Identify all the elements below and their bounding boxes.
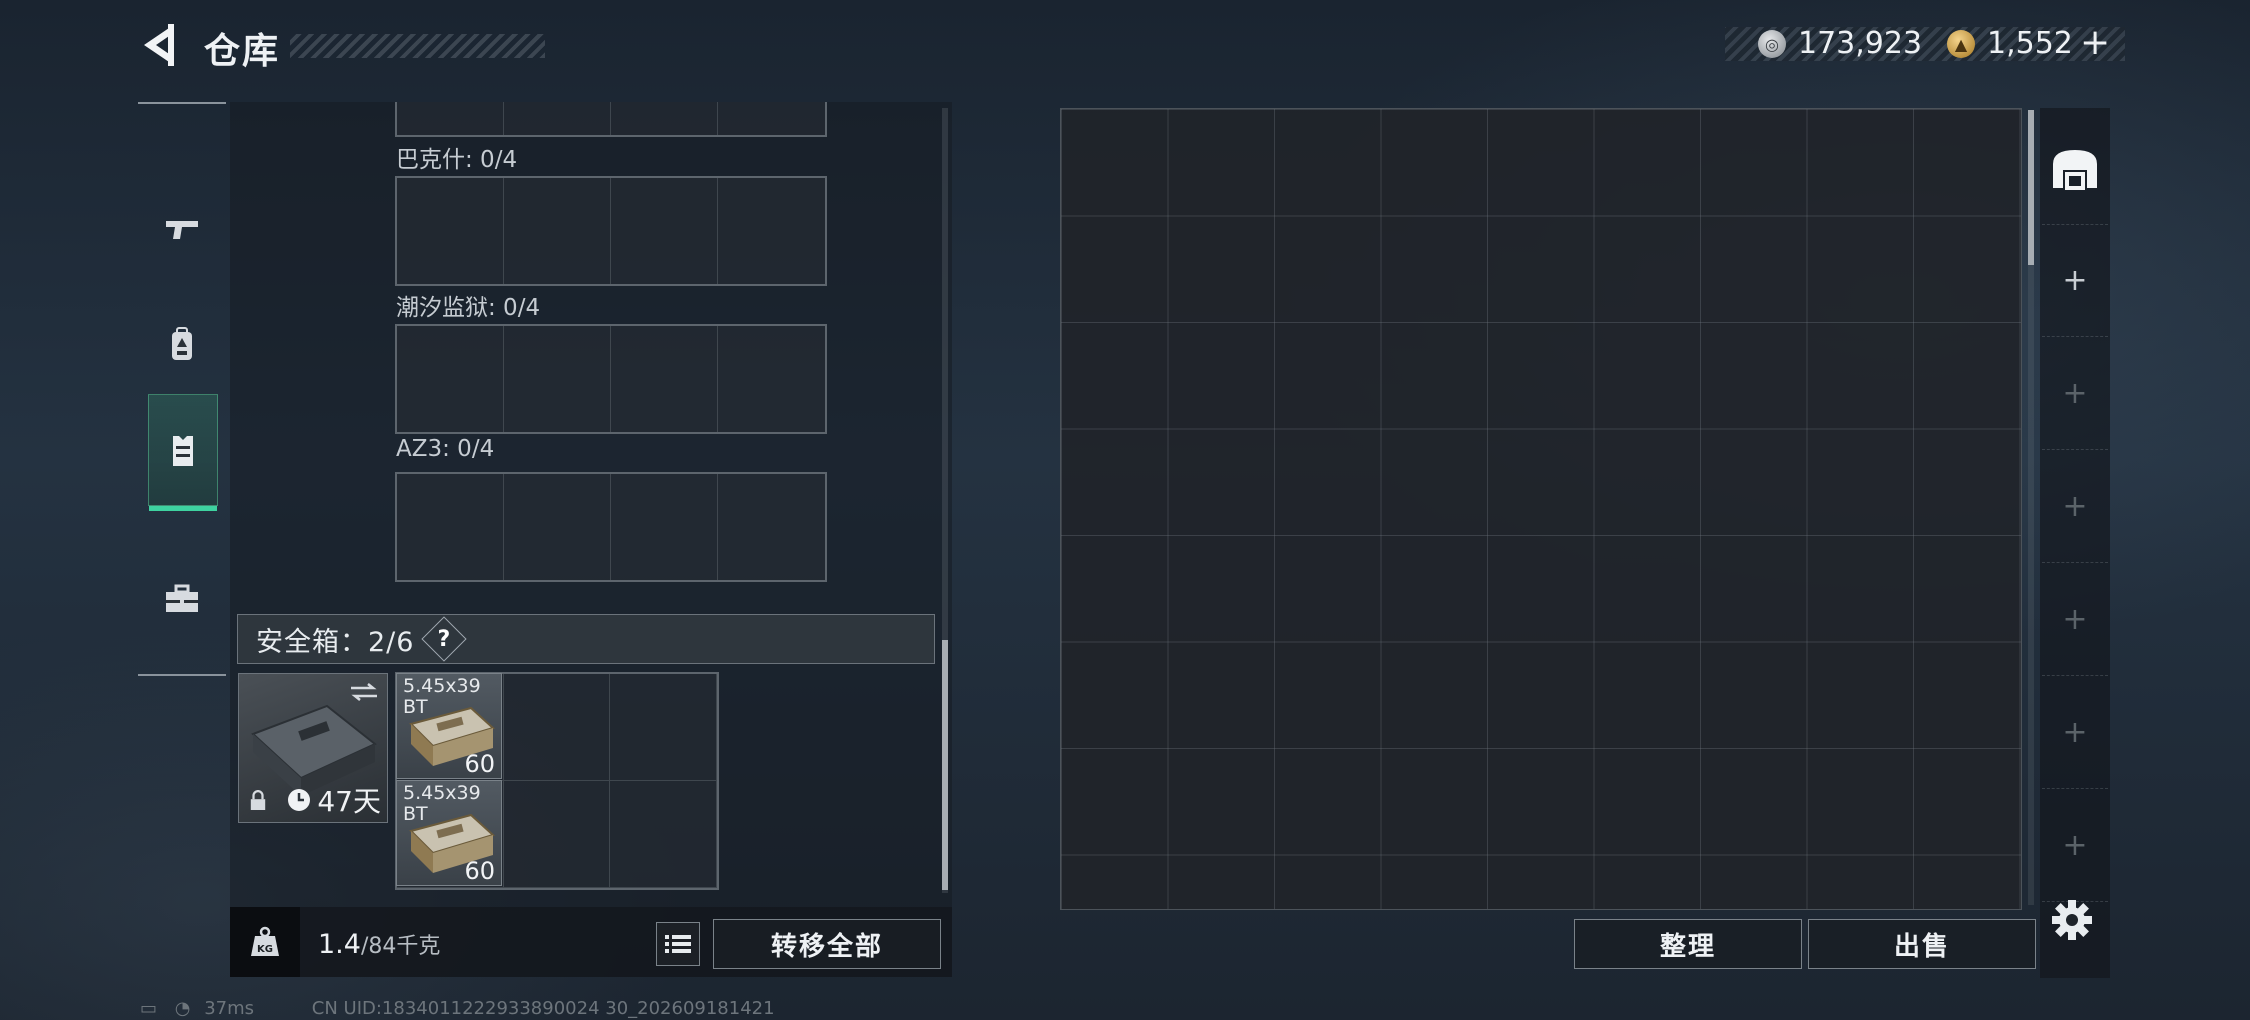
add-warehouse-page-button[interactable]: + [2042, 789, 2108, 902]
add-warehouse-page-button[interactable]: + [2042, 563, 2108, 676]
ping-text: 37ms [204, 998, 255, 1019]
storage-grid-cells[interactable] [1061, 109, 2021, 909]
list-view-button[interactable] [656, 922, 700, 966]
weight-current: 1.4 [318, 929, 361, 960]
section-label: AZ3: 0/4 [396, 436, 495, 462]
wifi-icon: ◔ [174, 998, 191, 1019]
ammo-item[interactable]: 5.45x39 BT 60 [396, 673, 502, 779]
section-label: 潮汐监狱: 0/4 [396, 295, 541, 321]
safebox-days-remaining: 47天 [317, 785, 381, 818]
backpack-icon [172, 327, 192, 360]
warehouse-storage-grid[interactable] [1060, 108, 2022, 910]
vest-icon [173, 436, 193, 466]
toolbox-icon [166, 584, 198, 612]
section-label: 巴克什: 0/4 [396, 147, 518, 173]
svg-text:KG: KG [257, 944, 273, 955]
pistol-icon [166, 221, 198, 239]
ammo-item[interactable]: 5.45x39 BT 60 [396, 780, 502, 886]
sort-button[interactable]: 整理 [1574, 919, 1802, 969]
status-bar: ▭ ◔ 37ms CN UID:1834011222933890024 30_2… [140, 998, 775, 1019]
add-warehouse-page-button[interactable]: + [2042, 224, 2108, 337]
left-scrollbar-thumb[interactable] [942, 640, 948, 890]
safebox-title: 安全箱：2/6 [256, 626, 415, 658]
uid-text: CN UID:1834011222933890024 30_2026091814… [311, 998, 775, 1019]
container-grid[interactable] [395, 324, 827, 434]
container-grid[interactable] [395, 472, 827, 582]
ammo-quantity: 60 [464, 857, 495, 885]
page-title: 仓库 [204, 31, 281, 72]
weight-icon: KG [230, 907, 300, 977]
clock-icon [288, 789, 310, 811]
add-currency-button[interactable]: + [2080, 22, 2110, 63]
silver-coin-icon: ◎ [1758, 30, 1786, 58]
add-warehouse-page-button[interactable]: + [2042, 450, 2108, 563]
silver-amount: 173,923 [1798, 26, 1923, 61]
weight-max: /84千克 [360, 934, 441, 959]
title-decoration [290, 34, 545, 58]
container-grid[interactable] [395, 176, 827, 286]
transfer-all-button[interactable]: 转移全部 [713, 919, 941, 969]
ammo-name: 5.45x39 BT [403, 782, 481, 825]
ammo-quantity: 60 [464, 750, 495, 778]
sell-button[interactable]: 出售 [1808, 919, 2036, 969]
weight-readout: 1.4/84千克 [318, 928, 440, 960]
back-button[interactable] [138, 22, 178, 68]
safebox-header: 安全箱：2/6 ? [237, 614, 935, 664]
back-arrow-icon [144, 24, 174, 66]
add-warehouse-page-button[interactable]: + [2042, 676, 2108, 789]
safebox-case-slot[interactable]: 47天 [238, 673, 388, 823]
gold-coin-icon: ▲ [1947, 30, 1975, 58]
gold-amount: 1,552 [1987, 26, 2073, 61]
warehouse-icon [2053, 150, 2097, 190]
warehouse-home-tab[interactable] [2042, 112, 2108, 225]
settings-gear-icon[interactable] [2050, 898, 2094, 942]
tab-weapon[interactable] [148, 174, 216, 284]
tab-backpack[interactable] [148, 289, 216, 399]
tab-toolbox[interactable] [148, 544, 216, 654]
add-warehouse-page-button[interactable]: + [2042, 337, 2108, 450]
storage-scrollbar-thumb[interactable] [2028, 110, 2034, 265]
container-grid-partial [395, 102, 827, 137]
tab-vest[interactable] [148, 394, 218, 511]
category-tabbar [138, 102, 226, 676]
help-icon[interactable]: ? [421, 616, 468, 662]
swap-icon[interactable] [349, 682, 379, 702]
battery-icon: ▭ [140, 998, 158, 1019]
lock-icon [250, 790, 266, 810]
ammo-name: 5.45x39 BT [403, 675, 481, 718]
list-icon [665, 935, 691, 953]
